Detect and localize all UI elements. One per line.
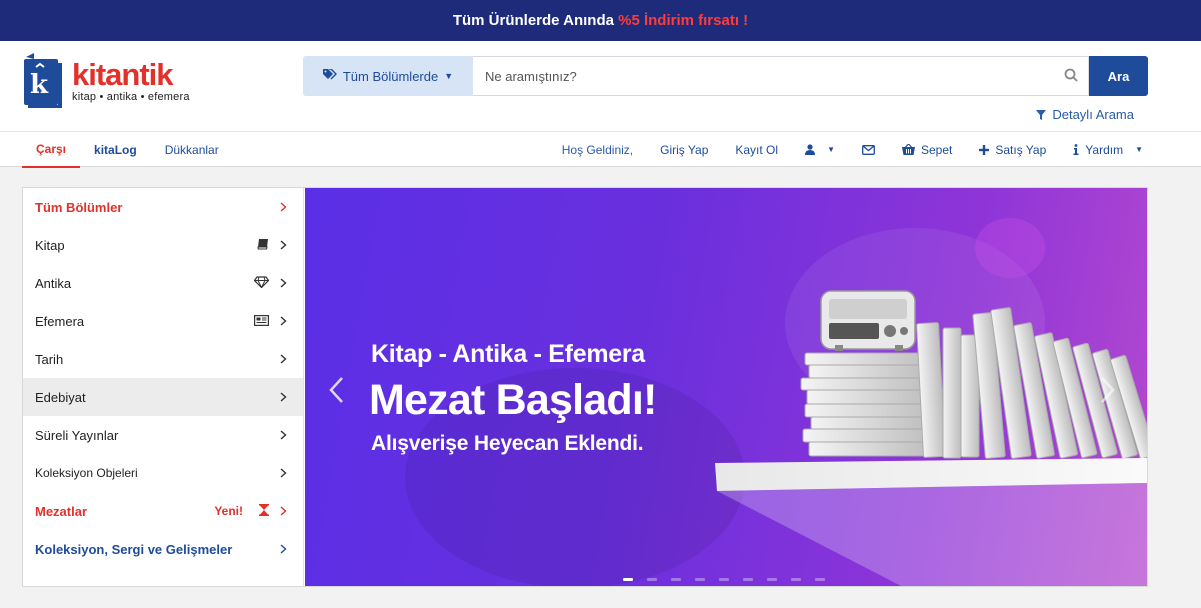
logo-name: kitantik [72,57,174,92]
sidebar-item-label: Koleksiyon, Sergi ve Gelişmeler [35,541,233,557]
hourglass-icon [259,504,269,519]
login-link[interactable]: Giriş Yap [660,143,708,157]
nav-tab-carsi[interactable]: Çarşı [22,132,81,168]
new-badge: Yeni! [214,504,243,518]
site-logo[interactable]: k kitantik kitap • antika • efemera [22,53,190,108]
carousel-dot[interactable] [815,578,825,581]
svg-text:k: k [30,70,49,100]
plus-icon [979,144,990,155]
advanced-search-label: Detaylı Arama [1052,107,1134,122]
carousel-dot[interactable] [743,578,753,581]
promo-bar: Tüm Ürünlerde Anında %5 İndirim fırsatı … [0,0,1201,41]
sidebar-item-label: Tüm Bölümler [35,199,123,215]
sidebar-item-tarih[interactable]: Tarih [23,340,303,378]
hero-banner[interactable]: Kitap - Antika - Efemera Mezat Başladı! … [305,188,1147,586]
sidebar-item-label: Mezatlar [35,503,88,519]
books-radio-illustration [715,290,1147,586]
chevron-right-icon [280,278,287,288]
banner-line-1: Kitap - Antika - Efemera [371,340,645,368]
logo-tagline: kitap • antika • efemera [72,91,190,103]
carousel-dot[interactable] [719,578,729,581]
sidebar-item-koleksiyon-sergi[interactable]: Koleksiyon, Sergi ve Gelişmeler [23,530,303,568]
sidebar-item-label: Antika [35,275,72,291]
main-nav: Çarşı kitaLog Dükkanlar Hoş Geldiniz, Gi… [0,131,1201,168]
chevron-right-icon [280,354,287,364]
carousel-dots [623,578,839,581]
tags-icon [322,68,337,83]
site-header: k kitantik kitap • antika • efemera Tüm … [0,41,1201,131]
sidebar-item-efemera[interactable]: Efemera [23,302,303,340]
newspaper-icon [254,314,270,329]
chevron-right-icon [280,316,287,326]
sidebar-item-mezatlar[interactable]: Mezatlar Yeni! [23,492,303,530]
promo-highlight[interactable]: %5 İndirim fırsatı ! [618,12,748,29]
chevron-right-icon [280,392,287,402]
sell-label: Satış Yap [995,142,1047,157]
chevron-right-icon [280,202,287,212]
search-bar: Tüm Bölümlerde ▼ Ara [303,56,1148,96]
caret-down-icon: ▼ [444,71,454,81]
nav-tab-kitalog[interactable]: kitaLog [80,132,151,167]
help-menu[interactable]: Yardım ▼ [1073,143,1143,157]
sidebar-item-label: Tarih [35,351,64,367]
search-button[interactable]: Ara [1089,56,1148,96]
sidebar-item-label: Süreli Yayınlar [35,427,119,443]
account-menu[interactable]: ▼ [805,144,835,155]
carousel-dot[interactable] [671,578,681,581]
logo-book-icon: k [22,53,64,108]
banner-line-2: Mezat Başladı! [369,376,657,424]
promo-text: Tüm Ürünlerde Anında [452,12,619,29]
sidebar-item-koleksiyon-objeleri[interactable]: Koleksiyon Objeleri [23,454,303,492]
nav-tab-dukkanlar[interactable]: Dükkanlar [151,132,233,167]
search-input[interactable] [473,56,1089,96]
banner-line-3: Alışverişe Heyecan Eklendi. [371,432,644,455]
category-sidebar: Tüm Bölümler Kitap Antika Efemera Tarih [23,188,304,586]
sidebar-item-label: Koleksiyon Objeleri [35,466,138,480]
search-icon[interactable] [1064,68,1080,84]
chevron-right-icon [280,430,287,440]
register-link[interactable]: Kayıt Ol [735,143,778,157]
carousel-dot[interactable] [647,578,657,581]
carousel-dot[interactable] [767,578,777,581]
cart-label: Sepet [920,142,953,157]
sidebar-item-edebiyat[interactable]: Edebiyat [23,378,303,416]
chevron-right-icon [280,544,287,554]
carousel-dot[interactable] [623,578,633,581]
messages-button[interactable] [862,144,875,155]
advanced-search-link[interactable]: Detaylı Arama [1036,107,1134,122]
sell-link[interactable]: Satış Yap [979,143,1046,157]
carousel-dot[interactable] [695,578,705,581]
basket-icon [901,144,915,155]
user-icon [805,144,816,155]
help-label: Yardım [1085,142,1124,157]
sidebar-item-label: Kitap [35,237,65,253]
sidebar-item-kitap[interactable]: Kitap [23,226,303,264]
sidebar-item-tum-bolumler[interactable]: Tüm Bölümler [23,188,303,226]
caret-down-icon: ▼ [1135,145,1143,154]
carousel-dot[interactable] [791,578,801,581]
main-content: Tüm Bölümler Kitap Antika Efemera Tarih [22,187,1148,587]
carousel-prev-arrow-icon[interactable] [327,376,347,404]
chevron-right-icon [280,468,287,478]
caret-down-icon: ▼ [827,145,835,154]
carousel-next-arrow-icon[interactable] [1097,376,1117,404]
sidebar-item-label: Edebiyat [35,389,86,405]
sidebar-item-label: Efemera [35,313,85,329]
sidebar-item-antika[interactable]: Antika [23,264,303,302]
book-icon [257,238,269,253]
search-category-label: Tüm Bölümlerde [342,68,439,84]
chevron-right-icon [280,506,287,516]
search-category-dropdown[interactable]: Tüm Bölümlerde ▼ [303,56,473,96]
info-icon [1073,144,1079,155]
sidebar-item-sureli-yayinlar[interactable]: Süreli Yayınlar [23,416,303,454]
welcome-text: Hoş Geldiniz, [561,142,634,157]
filter-icon [1036,109,1047,120]
diamond-icon [253,276,270,291]
cart-link[interactable]: Sepet [901,142,953,157]
envelope-icon [862,144,875,155]
chevron-right-icon [280,240,287,250]
